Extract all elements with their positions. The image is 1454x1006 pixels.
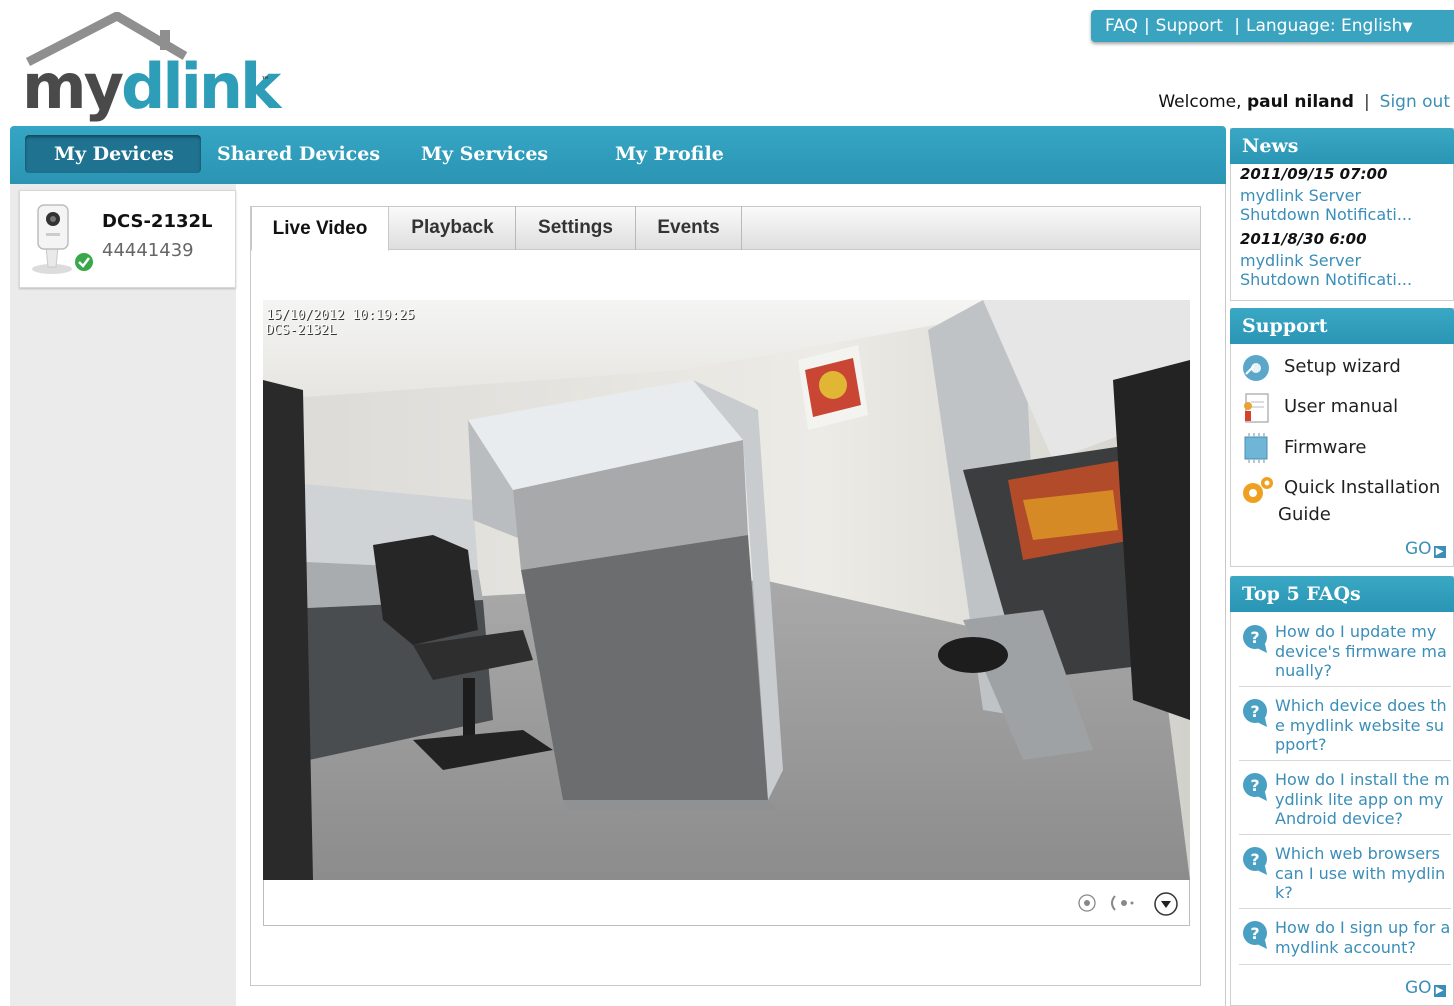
svg-text:?: ? xyxy=(1250,924,1259,943)
language-selector[interactable]: Language: English▼ xyxy=(1246,16,1412,36)
svg-text:?: ? xyxy=(1250,702,1259,721)
faq-divider xyxy=(1239,686,1451,687)
online-status-icon xyxy=(75,253,93,271)
faq-divider xyxy=(1239,834,1451,835)
faq-title: Top 5 FAQs xyxy=(1230,576,1454,612)
expand-controls-icon[interactable] xyxy=(1153,892,1181,918)
firmware-chip-icon xyxy=(1244,433,1268,463)
news-title: News xyxy=(1230,128,1454,164)
faq-question-icon: ? xyxy=(1243,847,1267,875)
faq-question-icon: ? xyxy=(1243,773,1267,801)
news-link-2[interactable]: mydlink Server Shutdown Notificati... xyxy=(1240,251,1412,289)
nav-tab-my-devices[interactable]: My Devices xyxy=(54,143,174,165)
top-links-bar: FAQ | Support | Language: English▼ xyxy=(1091,10,1454,42)
tab-playback[interactable]: Playback xyxy=(390,206,516,250)
signout-link[interactable]: Sign out xyxy=(1380,92,1450,112)
faq-question-icon: ? xyxy=(1243,699,1267,727)
quick-install-gear-icon xyxy=(1243,477,1273,503)
video-timestamp: 15/10/2012 10:19:25 xyxy=(266,308,415,323)
logo-wordmark: mydlink xyxy=(22,50,281,123)
support-link[interactable]: Support xyxy=(1156,16,1223,36)
main-nav: My Devices Shared Devices My Services My… xyxy=(10,126,1226,184)
faq-go-button[interactable]: GO ▶ xyxy=(1405,978,1446,998)
support-setup-wizard[interactable]: Setup wizard xyxy=(1284,356,1401,377)
welcome-bar: Welcome, paul niland | Sign out xyxy=(1158,92,1450,112)
tab-settings[interactable]: Settings xyxy=(516,206,636,250)
faq-divider xyxy=(1239,964,1451,965)
video-timestamp-overlay: 15/10/2012 10:19:25 DCS-2132L xyxy=(266,308,415,338)
logo-trademark: ™ xyxy=(261,76,270,86)
tab-live-video[interactable]: Live Video xyxy=(251,206,389,251)
go-arrow-icon: ▶ xyxy=(1433,546,1446,558)
news-date-2: 2011/8/30 6:00 xyxy=(1240,230,1367,248)
support-firmware[interactable]: Firmware xyxy=(1284,437,1367,458)
user-manual-icon xyxy=(1244,393,1269,423)
faq-divider xyxy=(1239,760,1451,761)
svg-text:?: ? xyxy=(1250,776,1259,795)
setup-wizard-icon xyxy=(1243,355,1269,381)
news-date-1: 2011/09/15 07:00 xyxy=(1240,165,1388,183)
nav-tab-my-profile[interactable]: My Profile xyxy=(615,143,724,165)
camera-icon xyxy=(32,204,93,274)
mydlink-logo[interactable]: mydlink ™ xyxy=(20,12,281,124)
support-user-manual[interactable]: User manual xyxy=(1284,396,1398,417)
svg-text:?: ? xyxy=(1250,628,1259,647)
support-go-button[interactable]: GO ▶ xyxy=(1405,539,1446,559)
faq-question-icon: ? xyxy=(1243,921,1267,949)
faq-divider xyxy=(1239,908,1451,909)
snapshot-icon[interactable] xyxy=(1077,892,1097,914)
video-camera-label: DCS-2132L xyxy=(266,323,337,338)
go-arrow-icon: ▶ xyxy=(1433,985,1446,997)
svg-text:?: ? xyxy=(1250,850,1259,869)
username: paul niland xyxy=(1246,92,1354,112)
office-scene-image xyxy=(263,300,1190,880)
device-name: DCS-2132L xyxy=(102,211,213,232)
faq-question-icon: ? xyxy=(1243,625,1267,653)
tab-events[interactable]: Events xyxy=(636,206,742,250)
faq-link[interactable]: FAQ xyxy=(1105,16,1138,36)
device-list-panel xyxy=(10,184,236,1006)
audio-icon[interactable] xyxy=(1107,892,1137,914)
nav-tab-my-services[interactable]: My Services xyxy=(421,143,548,165)
dropdown-arrow-icon: ▼ xyxy=(1402,20,1413,35)
news-link-1[interactable]: mydlink Server Shutdown Notificati... xyxy=(1240,186,1412,224)
support-quick-installation-guide[interactable]: Quick Installation Guide xyxy=(1278,477,1440,525)
device-card[interactable]: DCS-2132L 44441439 xyxy=(19,190,236,288)
live-video-feed[interactable] xyxy=(263,300,1190,880)
device-id: 44441439 xyxy=(102,240,194,261)
support-title: Support xyxy=(1230,308,1454,344)
welcome-prefix: Welcome, xyxy=(1158,92,1242,112)
nav-tab-shared-devices[interactable]: Shared Devices xyxy=(217,143,380,165)
